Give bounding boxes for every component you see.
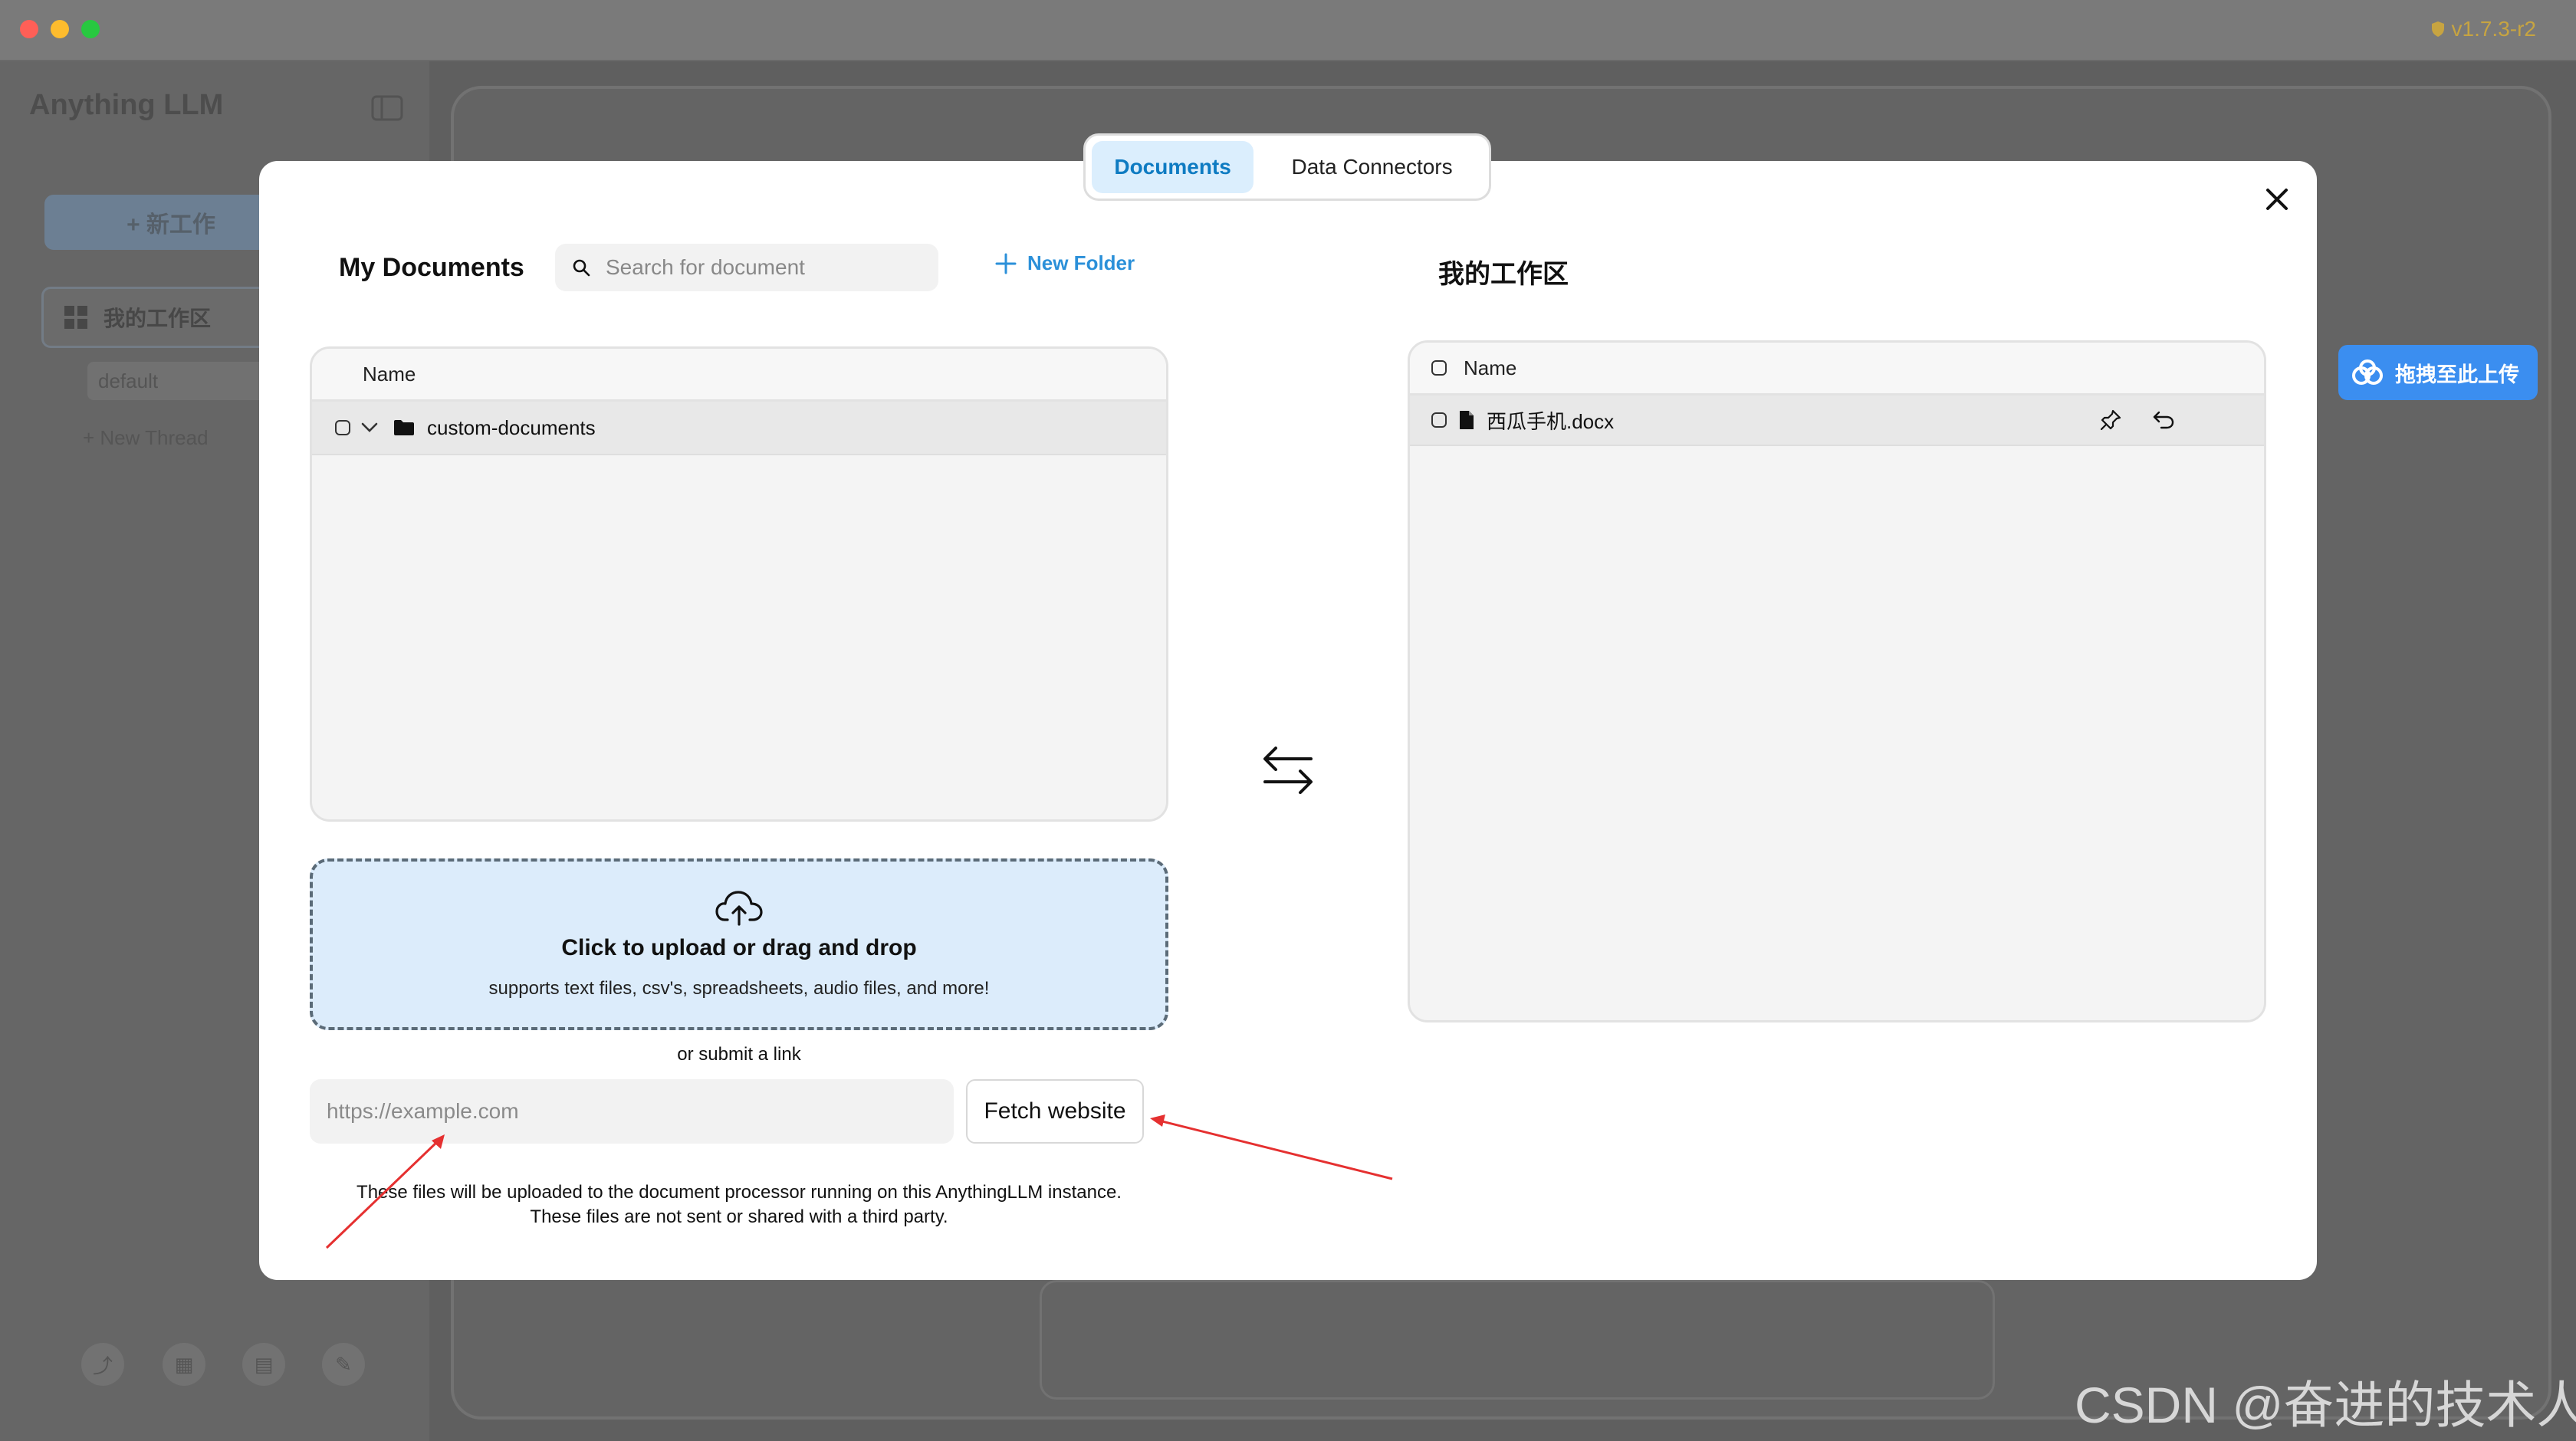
workspace-file-row[interactable]: 西瓜手机.docx <box>1410 396 2264 446</box>
minimize-window-button[interactable] <box>51 20 69 38</box>
toggle-sidebar-icon[interactable] <box>371 95 403 121</box>
new-thread-button[interactable]: + New Thread <box>83 426 209 450</box>
upload-title: Click to upload or drag and drop <box>561 935 917 960</box>
my-documents-panel: Name custom-documents <box>310 346 1168 822</box>
thread-item[interactable]: default <box>87 362 287 400</box>
file-icon <box>1460 411 1474 429</box>
name-column-header: Name <box>363 362 416 386</box>
url-field[interactable] <box>310 1079 954 1144</box>
folder-checkbox[interactable] <box>335 420 350 435</box>
plus-icon <box>995 253 1017 274</box>
privacy-disclaimer: These files will be uploaded to the docu… <box>310 1180 1168 1229</box>
swap-arrows-icon <box>1263 747 1313 794</box>
app-logo: Anything LLM <box>29 89 224 121</box>
footer-icon-3[interactable]: ▤ <box>242 1343 285 1386</box>
fetch-website-button[interactable]: Fetch website <box>966 1079 1144 1144</box>
file-checkbox[interactable] <box>1431 412 1447 428</box>
workspace-documents-panel: Name 西瓜手机.docx <box>1408 340 2266 1022</box>
search-icon <box>573 259 590 277</box>
select-all-checkbox[interactable] <box>1431 360 1447 376</box>
new-folder-label: New Folder <box>1027 251 1135 274</box>
submit-link-label: or submit a link <box>677 1044 801 1065</box>
file-name: 西瓜手机.docx <box>1487 409 1615 433</box>
document-search[interactable] <box>555 244 938 291</box>
tab-documents[interactable]: Documents <box>1092 141 1254 193</box>
close-modal-button[interactable] <box>2260 182 2294 216</box>
my-documents-title: My Documents <box>339 253 524 282</box>
close-window-button[interactable] <box>20 20 38 38</box>
my-documents-header: Name <box>312 349 1166 402</box>
workspace-item[interactable]: 我的工作区 <box>41 287 287 348</box>
workspace-name: 我的工作区 <box>104 307 212 330</box>
workspace-header: Name <box>1410 343 2264 396</box>
maximize-window-button[interactable] <box>81 20 100 38</box>
workspace-name-column-header: Name <box>1464 356 1517 379</box>
grid-icon <box>64 306 87 329</box>
footer-icon-1[interactable]: ⤴ <box>81 1343 124 1386</box>
upload-dropzone[interactable]: Click to upload or drag and drop support… <box>310 858 1168 1030</box>
search-input[interactable] <box>604 254 914 281</box>
cloud-upload-icon <box>715 891 763 926</box>
version-label: v1.7.3-r2 <box>2430 17 2537 41</box>
version-text: v1.7.3-r2 <box>2451 17 2537 41</box>
watermark: CSDN @奋进的技术人 <box>2075 1377 2576 1433</box>
shield-icon <box>2431 21 2444 37</box>
workspace-title: 我的工作区 <box>1438 260 1569 289</box>
undo-icon[interactable] <box>2152 410 2175 430</box>
url-input[interactable] <box>325 1098 941 1124</box>
modal-tabs: Documents Data Connectors <box>1083 133 1491 201</box>
settings-wrench-icon[interactable]: ✎ <box>322 1343 365 1386</box>
folder-icon <box>394 420 414 435</box>
disclaimer-line-2: These files are not sent or shared with … <box>530 1206 948 1227</box>
close-icon <box>2266 189 2288 210</box>
folder-row[interactable]: custom-documents <box>312 402 1166 455</box>
chat-input-box <box>1040 1280 1995 1400</box>
folder-name: custom-documents <box>427 415 596 439</box>
new-folder-button[interactable]: New Folder <box>995 251 1135 275</box>
upload-subtitle: supports text files, csv's, spreadsheets… <box>488 978 990 999</box>
footer-icon-2[interactable]: ▦ <box>163 1343 205 1386</box>
cloud-logo-icon <box>2352 359 2383 385</box>
drag-upload-label: 拖拽至此上传 <box>2395 363 2519 386</box>
window-title-bar <box>0 0 2576 61</box>
chevron-down-icon[interactable] <box>361 422 378 433</box>
tab-data-connectors[interactable]: Data Connectors <box>1261 141 1483 193</box>
pin-icon[interactable] <box>2100 409 2121 431</box>
disclaimer-line-1: These files will be uploaded to the docu… <box>356 1182 1122 1203</box>
drag-upload-button[interactable]: 拖拽至此上传 <box>2338 345 2538 400</box>
